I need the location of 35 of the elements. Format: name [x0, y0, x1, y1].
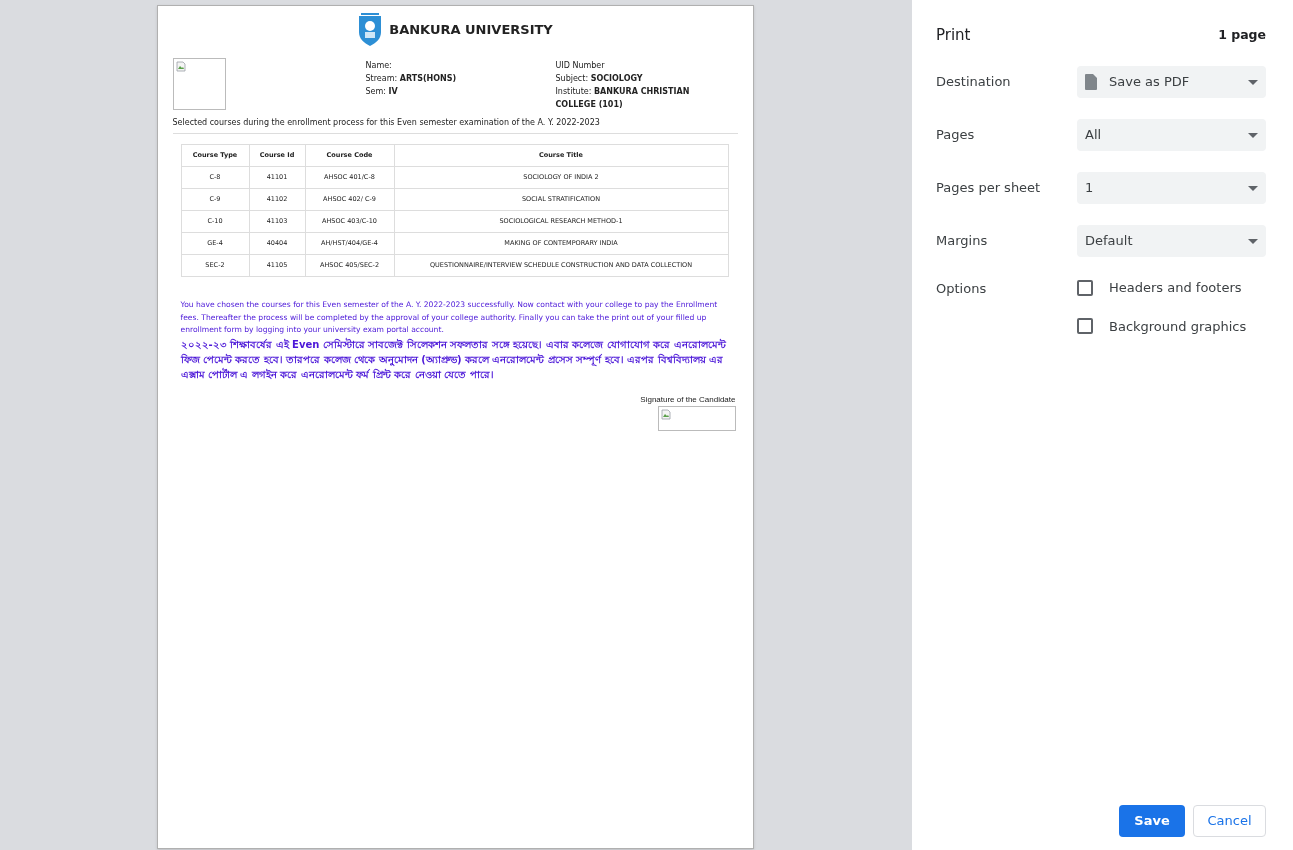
field-text: Name: [365, 60, 393, 72]
field-text: Institute: BANKURA CHRISTIAN COLLEGE (101) [555, 86, 691, 111]
checkbox[interactable] [1077, 318, 1093, 335]
checkbox-label: Background graphics [1109, 317, 1247, 336]
dropdown-caret-icon [1248, 79, 1258, 85]
broken-image-icon [175, 61, 186, 72]
dropdown-caret-icon [1248, 132, 1258, 138]
page-count: 1 page [1218, 25, 1266, 44]
university-title: BANKURA UNIVERSITY [389, 21, 553, 40]
setting-label: Pages [936, 126, 976, 145]
setting-dropdown[interactable]: Default [1077, 225, 1266, 257]
success-message-bengali: ২০২২-২৩ শিক্ষাবর্ষের এই Even সেমিস্টারে সাবজেক্ট সিলেকশন সফলতার সঙ্গে হয়েছে। এবার কলেজে যোগাযোগ করে এনরোলমেন্ট ফিজ পেমেন্ট করতে হবে। তারপরে কলেজ থেকে অনুমোদন (অ্যাপ্রুভ) করলে এনরোলমেন্ট প্রসেস সম্পূর্ণ হবে। এরপর বিশ্ববিদ্যালয় এর এক্সাম পোর্টাল এ লগইন করে এনরোলমেন্ট ফর্ম প্রিন্ট করে নেওয়া যেতে পারে। [180, 336, 727, 382]
dropdown-caret-icon [1248, 238, 1258, 244]
setting-dropdown[interactable]: Save as PDF [1077, 66, 1266, 98]
document-icon [1085, 74, 1097, 90]
field-text: Sem: IV [365, 86, 399, 98]
setting-label: Margins [936, 232, 989, 251]
setting-label: Pages per sheet [936, 179, 1042, 198]
setting-dropdown[interactable]: 1 [1077, 172, 1266, 204]
cancel-button[interactable]: Cancel [1193, 805, 1266, 837]
checkbox-label: Headers and footers [1109, 279, 1242, 297]
setting-label: Options [936, 280, 988, 298]
field-text: Subject: SOCIOLOGY [555, 73, 644, 85]
university-crest-icon [357, 12, 384, 48]
setting-dropdown[interactable]: All [1077, 119, 1266, 151]
signature-label: Signature of the Candidate [640, 393, 736, 406]
save-button[interactable]: Save [1119, 805, 1185, 837]
checkbox[interactable] [1077, 279, 1093, 296]
field-text: Stream: ARTS(HONS) [365, 73, 458, 85]
setting-label: Destination [936, 73, 1012, 92]
panel-title: Print [936, 24, 971, 46]
field-text: UID Number [555, 60, 606, 72]
intro-text: Selected courses during the enrollment process for this Even semester examination of the A. Y. 2022-2023 [172, 117, 738, 134]
dropdown-caret-icon [1248, 185, 1258, 191]
broken-image-icon [660, 408, 671, 420]
